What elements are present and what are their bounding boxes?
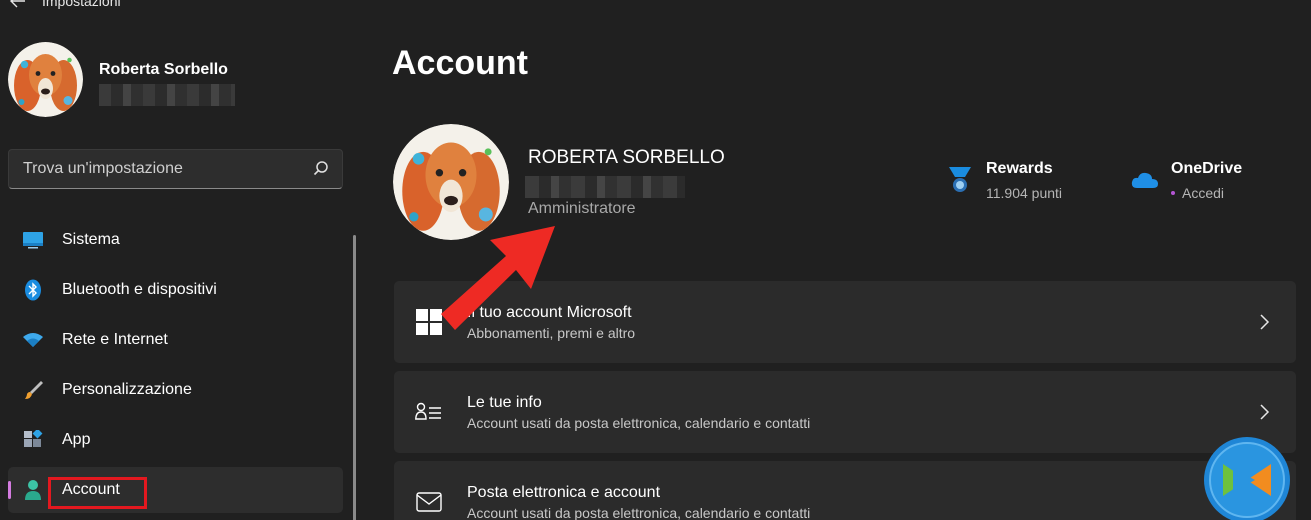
sidebar-item-app[interactable]: App — [8, 417, 343, 463]
search-box[interactable] — [8, 149, 343, 189]
sidebar-item-label: App — [62, 431, 91, 448]
rewards-widget[interactable]: Rewards 11.904 punti — [946, 160, 1062, 201]
card-title: Posta elettronica e account — [467, 483, 661, 501]
card-your-info[interactable]: Le tue info Account usati da posta elett… — [394, 371, 1296, 453]
chevron-right-icon — [1258, 403, 1270, 421]
card-microsoft-account[interactable]: Il tuo account Microsoft Abbonamenti, pr… — [394, 281, 1296, 363]
profile-name: Roberta Sorbello — [99, 61, 228, 78]
sidebar-item-label: Personalizzazione — [62, 381, 192, 398]
logo-badge-icon — [1204, 437, 1290, 520]
sidebar-item-label: Bluetooth e dispositivi — [62, 281, 217, 298]
onedrive-widget[interactable]: OneDrive Accedi — [1131, 160, 1242, 201]
user-info-icon — [415, 398, 443, 426]
monitor-icon — [22, 229, 44, 251]
card-subtitle: Abbonamenti, premi e altro — [467, 324, 636, 341]
page-title: Account — [392, 44, 528, 82]
card-subtitle: Account usati da posta elettronica, cale… — [467, 414, 811, 431]
onedrive-title: OneDrive — [1171, 160, 1243, 177]
person-icon — [22, 479, 44, 501]
mail-icon — [415, 488, 443, 516]
card-title: Le tue info — [467, 393, 542, 411]
onedrive-status-label: Accedi — [1182, 185, 1225, 201]
sidebar: Roberta Sorbello Sistema Bluetooth e dis… — [0, 0, 360, 520]
redacted-email — [525, 176, 685, 198]
redacted-email — [99, 84, 235, 106]
apps-icon — [22, 429, 44, 451]
wifi-icon — [22, 329, 44, 351]
search-icon[interactable] — [312, 160, 330, 178]
status-dot — [1171, 191, 1175, 195]
brush-icon — [22, 379, 44, 401]
sidebar-item-label: Rete e Internet — [62, 331, 168, 348]
sidebar-item-personalizzazione[interactable]: Personalizzazione — [8, 367, 343, 413]
sidebar-item-label: Sistema — [62, 231, 120, 248]
sidebar-item-rete[interactable]: Rete e Internet — [8, 317, 343, 363]
windows-logo-icon — [415, 308, 443, 336]
avatar[interactable] — [393, 124, 509, 240]
bluetooth-icon — [22, 279, 44, 301]
highlight-annotation — [48, 477, 147, 509]
rewards-medal-icon — [946, 166, 974, 194]
rewards-points: 11.904 punti — [986, 185, 1063, 201]
rewards-title: Rewards — [986, 160, 1053, 177]
sidebar-item-sistema[interactable]: Sistema — [8, 217, 343, 263]
nav-menu: Sistema Bluetooth e dispositivi Rete e I… — [8, 217, 343, 517]
profile-role: Amministratore — [528, 200, 636, 217]
profile-name: ROBERTA SORBELLO — [528, 147, 725, 168]
onedrive-status[interactable]: Accedi — [1171, 185, 1242, 201]
card-subtitle: Account usati da posta elettronica, cale… — [467, 504, 811, 520]
search-input[interactable] — [23, 160, 312, 178]
sidebar-item-bluetooth[interactable]: Bluetooth e dispositivi — [8, 267, 343, 313]
cloud-icon — [1131, 166, 1159, 194]
card-title: Il tuo account Microsoft — [467, 303, 632, 321]
card-email-accounts[interactable]: Posta elettronica e account Account usat… — [394, 461, 1296, 520]
sidebar-profile[interactable]: Roberta Sorbello — [8, 42, 235, 117]
avatar — [8, 42, 83, 117]
chevron-right-icon — [1258, 313, 1270, 331]
sidebar-scrollbar[interactable] — [353, 235, 356, 520]
